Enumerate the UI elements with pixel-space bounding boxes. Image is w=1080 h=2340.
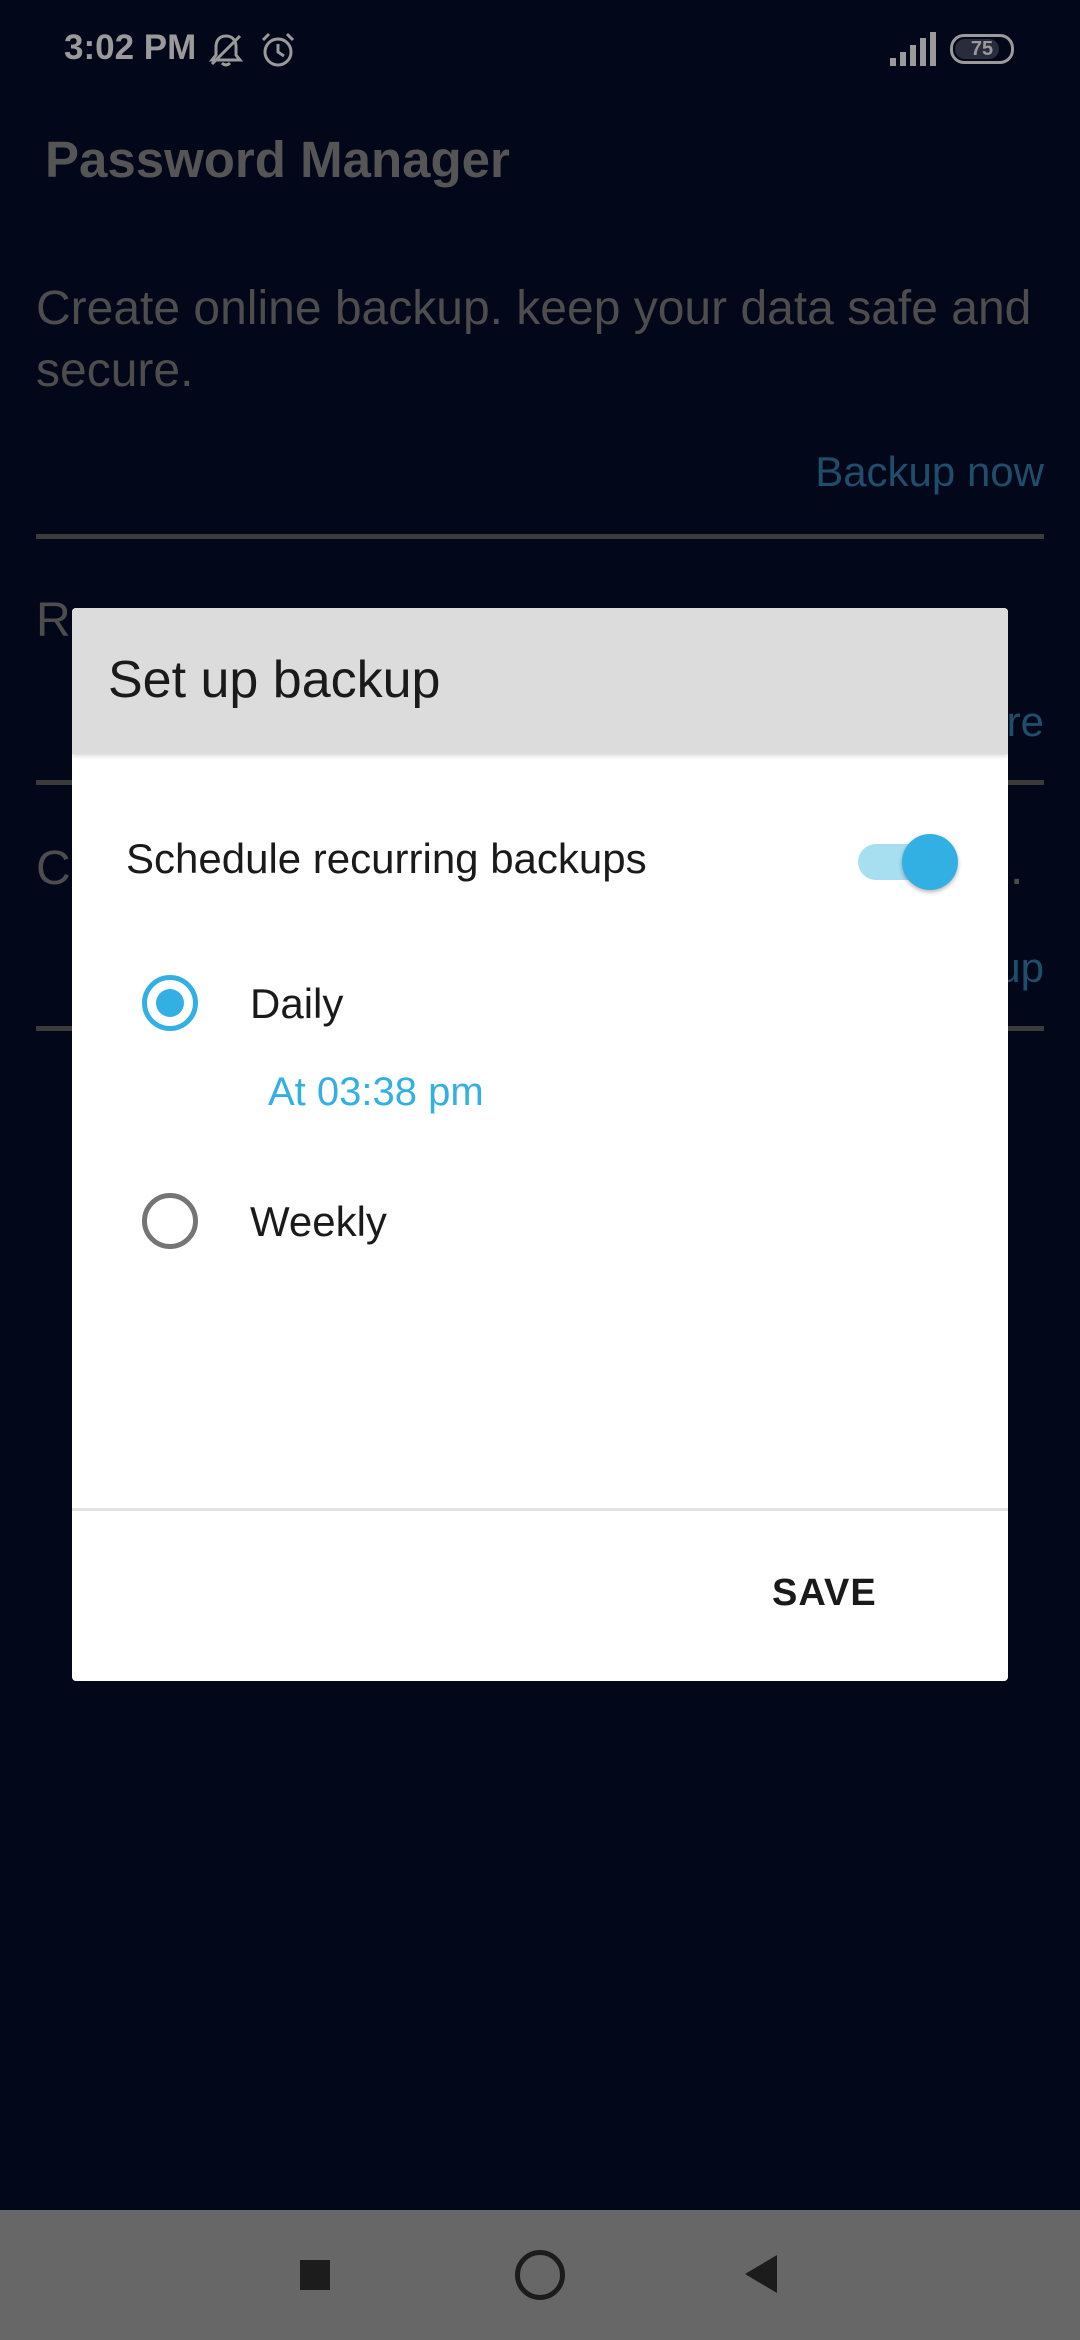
third-section-description: C xyxy=(36,842,71,895)
third-section-description-tail: . xyxy=(1010,842,1024,895)
weekly-radio[interactable] xyxy=(142,1193,198,1249)
schedule-toggle[interactable] xyxy=(858,828,958,890)
setup-backup-dialog: Set up backup Schedule recurring backups… xyxy=(72,608,1008,1681)
schedule-label: Schedule recurring backups xyxy=(126,835,647,882)
dialog-header: Set up backup xyxy=(72,608,1008,754)
divider xyxy=(36,534,1044,539)
battery-level: 75 xyxy=(970,38,994,60)
dialog-divider xyxy=(72,1508,1008,1511)
dialog-title: Set up backup xyxy=(108,651,441,709)
toggle-thumb xyxy=(902,834,958,890)
restore-link[interactable]: re xyxy=(1007,698,1044,746)
backup-now-link[interactable]: Backup now xyxy=(815,448,1044,496)
restore-description: R xyxy=(36,594,71,647)
screen: 3:02 PM 75 Password Manager Create onlin… xyxy=(0,0,1080,2340)
daily-label[interactable]: Daily xyxy=(250,980,343,1028)
weekly-label[interactable]: Weekly xyxy=(250,1198,387,1246)
status-bar: 3:02 PM 75 xyxy=(0,0,1080,100)
signal-icon xyxy=(890,32,936,71)
daily-radio[interactable] xyxy=(142,975,198,1031)
battery-icon: 75 xyxy=(950,34,1014,64)
app-title: Password Manager xyxy=(45,131,510,188)
radio-selected-dot xyxy=(156,989,184,1017)
recents-button[interactable] xyxy=(300,2260,330,2290)
alarm-icon xyxy=(258,30,298,75)
bell-muted-icon xyxy=(206,30,246,75)
navigation-bar xyxy=(0,2210,1080,2340)
daily-time-link[interactable]: At 03:38 pm xyxy=(268,1070,484,1115)
back-button[interactable] xyxy=(745,2255,777,2293)
backup-description: Create online backup. keep your data saf… xyxy=(36,282,1032,397)
save-button[interactable]: SAVE xyxy=(772,1572,877,1615)
home-button[interactable] xyxy=(515,2250,565,2300)
status-time: 3:02 PM xyxy=(64,28,197,67)
